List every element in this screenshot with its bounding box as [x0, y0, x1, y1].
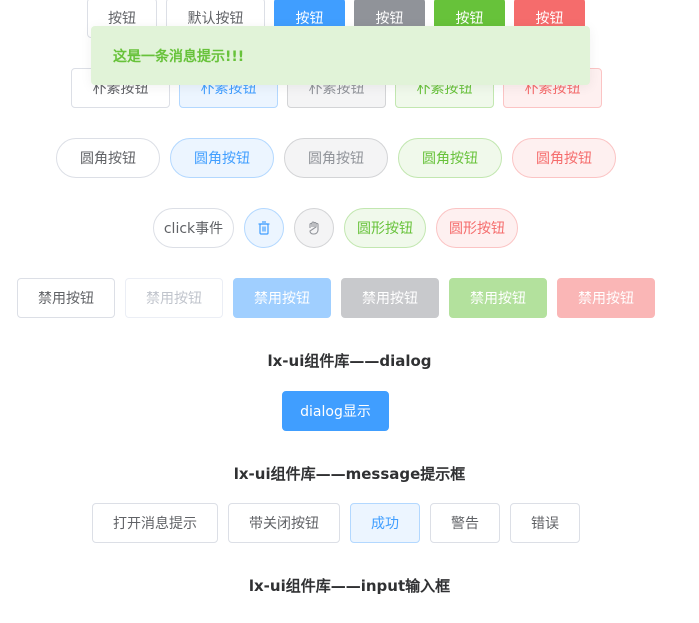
hand-icon	[308, 221, 320, 235]
input-section-heading: lx-ui组件库——input输入框	[248, 577, 451, 595]
circle-button-danger[interactable]: 圆形按钮	[436, 208, 518, 248]
dialog-section-heading: lx-ui组件库——dialog	[267, 352, 432, 370]
disabled-button-danger[interactable]: 禁用按钮	[557, 278, 655, 318]
round-button-primary[interactable]: 圆角按钮	[170, 138, 274, 178]
hand-circle-button[interactable]	[294, 208, 334, 248]
round-button-default[interactable]: 圆角按钮	[56, 138, 160, 178]
message-toast-text: 这是一条消息提示!!!	[113, 48, 245, 65]
disabled-button-default[interactable]: 禁用按钮	[17, 278, 115, 318]
delete-circle-button[interactable]	[244, 208, 284, 248]
message-toast: 这是一条消息提示!!!	[91, 26, 590, 85]
warning-message-button[interactable]: 警告	[430, 503, 500, 543]
closable-message-button[interactable]: 带关闭按钮	[228, 503, 340, 543]
round-button-info[interactable]: 圆角按钮	[284, 138, 388, 178]
click-event-button[interactable]: click事件	[153, 208, 234, 248]
disabled-button-plain[interactable]: 禁用按钮	[125, 278, 223, 318]
open-message-button[interactable]: 打开消息提示	[92, 503, 218, 543]
error-message-button[interactable]: 错误	[510, 503, 580, 543]
round-button-success[interactable]: 圆角按钮	[398, 138, 502, 178]
round-button-danger[interactable]: 圆角按钮	[512, 138, 616, 178]
disabled-button-primary[interactable]: 禁用按钮	[233, 278, 331, 318]
success-message-button[interactable]: 成功	[350, 503, 420, 543]
dialog-show-button[interactable]: dialog显示	[282, 391, 389, 431]
message-section-heading: lx-ui组件库——message提示框	[233, 465, 466, 483]
circle-button-success[interactable]: 圆形按钮	[344, 208, 426, 248]
trash-icon	[258, 221, 270, 235]
disabled-button-success[interactable]: 禁用按钮	[449, 278, 547, 318]
disabled-button-info[interactable]: 禁用按钮	[341, 278, 439, 318]
